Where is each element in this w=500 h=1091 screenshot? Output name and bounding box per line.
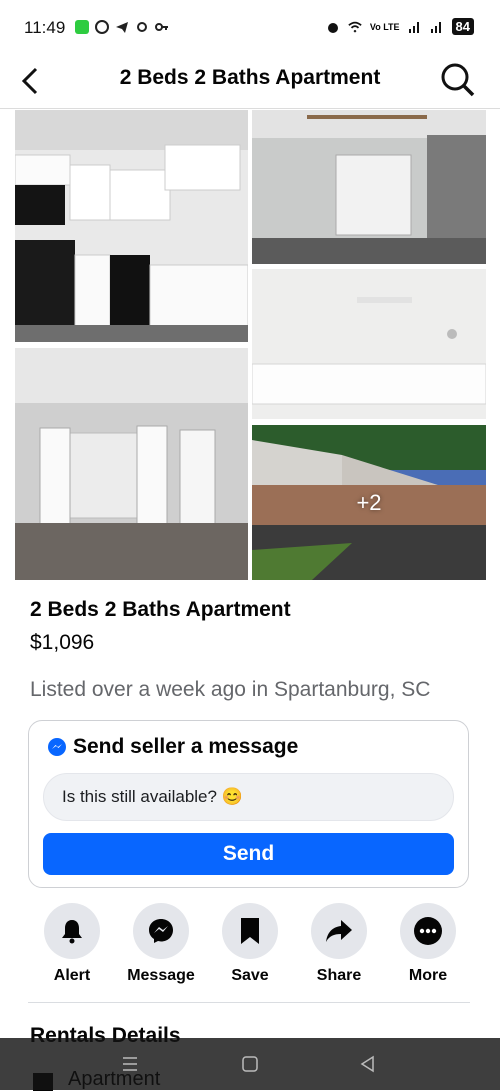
bell-icon: [62, 920, 82, 944]
recent-apps-icon[interactable]: [118, 1054, 142, 1074]
more-label: More: [408, 967, 448, 984]
system-status: Vo LTE 84: [326, 18, 474, 35]
back-arrow-icon: [21, 67, 38, 95]
key-icon: [155, 23, 168, 31]
app-notification-icon: [75, 20, 89, 34]
search-button[interactable]: [440, 62, 476, 98]
more-button[interactable]: More: [384, 903, 472, 993]
messenger-icon: [149, 919, 173, 943]
battery-indicator: 84: [451, 18, 474, 35]
page-title: 2 Beds 2 Baths Apartment: [119, 66, 381, 89]
back-nav-icon[interactable]: [356, 1054, 380, 1074]
volte-label: Vo LTE: [369, 21, 400, 32]
wifi-icon: [348, 21, 362, 33]
share-button[interactable]: Share: [295, 903, 383, 993]
signal-icon: [408, 21, 419, 33]
message-label: Message: [127, 967, 195, 984]
back-button[interactable]: [18, 64, 48, 98]
message-seller-card: Send seller a message Is this still avai…: [28, 720, 469, 888]
alert-label: Alert: [53, 967, 91, 984]
more-photos-count: +2: [356, 489, 382, 515]
photo-bathtub[interactable]: [252, 269, 486, 419]
app-bar: 2 Beds 2 Baths Apartment: [0, 56, 500, 109]
share-label: Share: [316, 967, 362, 984]
share-button-circle: [311, 903, 367, 959]
signal-icon-2: [430, 21, 441, 33]
telegram-icon: [116, 22, 128, 33]
message-button[interactable]: Message: [117, 903, 205, 993]
photo-closet[interactable]: [15, 348, 248, 580]
alert-button-circle: [44, 903, 100, 959]
photo-living-room[interactable]: [252, 110, 486, 264]
save-label: Save: [231, 967, 269, 984]
message-notification-icon: [95, 20, 109, 34]
system-navigation-bar: [0, 1038, 500, 1090]
share-icon: [326, 920, 352, 942]
listing-meta: Listed over a week ago in Spartanburg, S…: [30, 678, 431, 701]
status-time: 11:49: [24, 18, 66, 37]
photo-exterior[interactable]: +2: [252, 425, 486, 580]
alert-button[interactable]: Alert: [28, 903, 116, 993]
listing-price: $1,096: [30, 631, 95, 654]
alarm-icon: [327, 22, 338, 33]
messenger-icon: [48, 738, 66, 756]
send-button[interactable]: Send: [43, 833, 454, 875]
message-card-header: Send seller a message: [47, 735, 298, 759]
save-button[interactable]: Save: [206, 903, 294, 993]
search-icon: [441, 63, 475, 97]
settings-notification-icon: [137, 22, 147, 32]
status-bar: 11:49 Vo LTE 84: [0, 0, 500, 56]
home-icon[interactable]: [238, 1054, 262, 1074]
more-button-circle: [400, 903, 456, 959]
message-card-heading: Send seller a message: [73, 735, 299, 758]
bookmark-icon: [241, 918, 259, 944]
message-input[interactable]: Is this still available? 😊: [43, 773, 454, 821]
divider: [28, 1002, 470, 1003]
more-icon: [414, 917, 442, 945]
save-button-circle: [222, 903, 278, 959]
photo-kitchen[interactable]: [15, 110, 248, 342]
message-button-circle: [133, 903, 189, 959]
action-row: Alert Message Save Share More: [28, 903, 472, 993]
listing-title: 2 Beds 2 Baths Apartment: [30, 598, 291, 621]
notification-icons: [75, 20, 169, 34]
